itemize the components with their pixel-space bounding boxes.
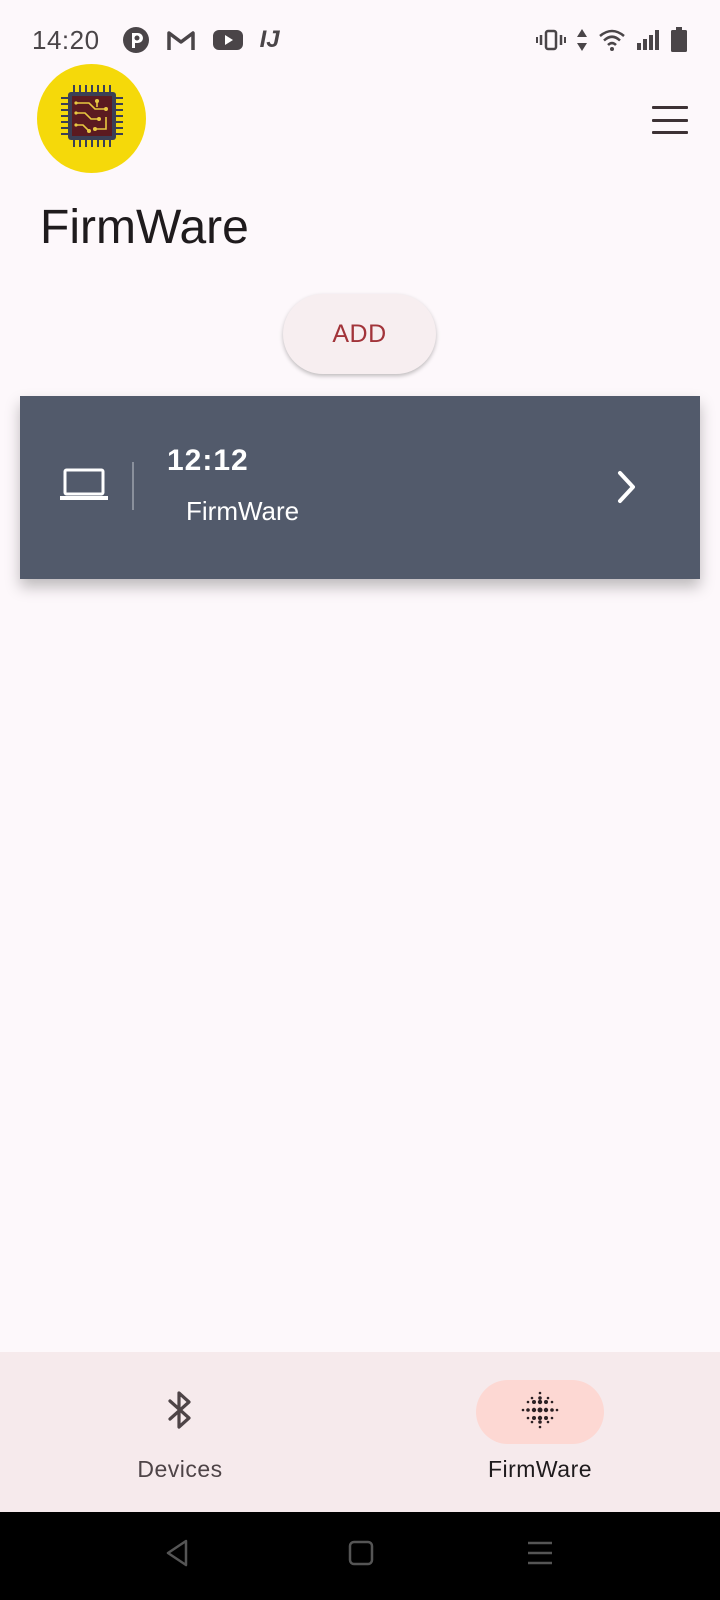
chip-icon	[59, 83, 125, 154]
firmware-name: FirmWare	[186, 496, 300, 526]
nav-item-firmware[interactable]: FirmWare	[360, 1352, 720, 1512]
bottom-navigation: Devices FirmWare	[0, 1352, 720, 1512]
nav-label-firmware: FirmWare	[487, 1456, 593, 1482]
ij-icon: IJ	[259, 26, 280, 53]
dots-grid-icon	[520, 1390, 560, 1435]
firmware-time: 12:12	[167, 444, 249, 477]
divider	[132, 462, 134, 510]
home-icon[interactable]	[348, 1538, 374, 1573]
vibrate-icon	[536, 28, 566, 52]
data-arrows-icon	[576, 28, 588, 52]
system-navigation-bar	[0, 1512, 720, 1600]
hamburger-menu-icon	[652, 106, 688, 109]
chevron-right-icon[interactable]	[616, 470, 638, 509]
menu-button[interactable]	[648, 100, 692, 140]
youtube-icon	[212, 28, 244, 52]
nav-item-devices[interactable]: Devices	[0, 1352, 360, 1512]
menu-line	[652, 118, 688, 122]
podcast-icon	[122, 26, 150, 54]
firmware-list-item[interactable]: 12:12 FirmWare	[20, 396, 700, 579]
menu-line	[652, 131, 688, 134]
gmail-icon	[166, 28, 196, 52]
laptop-icon	[60, 468, 108, 507]
page-title: FirmWare	[40, 201, 249, 254]
signal-icon	[636, 29, 660, 51]
nav-indicator-active	[476, 1380, 604, 1444]
wifi-icon	[598, 28, 626, 52]
recents-icon[interactable]	[527, 1538, 553, 1573]
back-icon[interactable]	[164, 1538, 190, 1573]
add-button[interactable]: ADD	[283, 294, 436, 374]
nav-label-devices: Devices	[137, 1456, 223, 1482]
notification-icons: IJ	[122, 26, 280, 54]
system-status-icons	[536, 27, 688, 53]
nav-indicator	[116, 1380, 244, 1444]
bluetooth-icon	[165, 1390, 195, 1435]
status-time: 14:20	[32, 24, 100, 55]
app-logo	[37, 64, 146, 173]
battery-icon	[670, 27, 688, 53]
